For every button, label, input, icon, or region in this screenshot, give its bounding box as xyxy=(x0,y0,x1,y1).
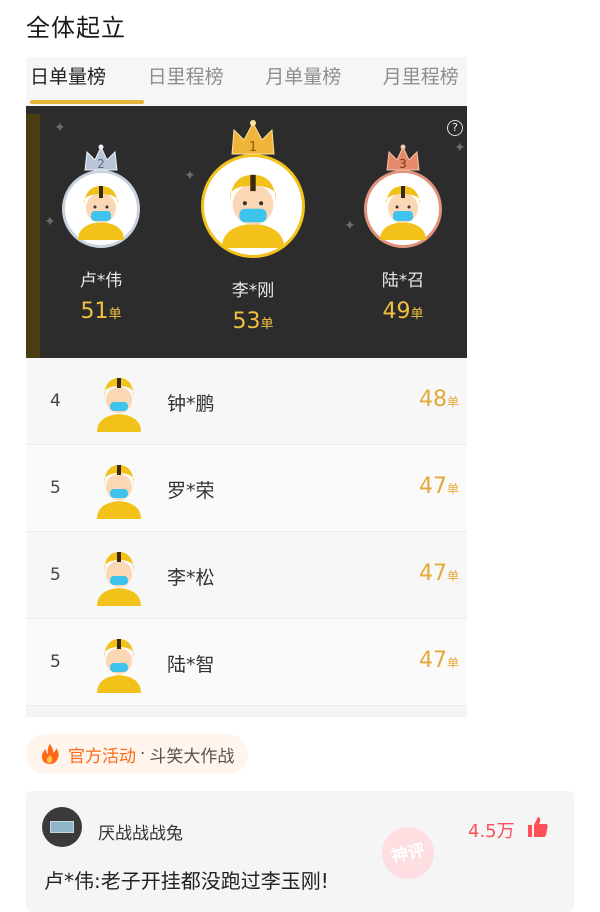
rank-number: 5 xyxy=(50,652,61,672)
activity-separator: · xyxy=(140,744,146,764)
svg-text:3: 3 xyxy=(399,157,407,171)
podium-name: 李*刚 xyxy=(231,281,275,301)
activity-tag[interactable]: 官方活动 · 斗笑大作战 xyxy=(26,734,249,774)
god-comment-stamp-icon: 神评 xyxy=(382,827,434,879)
sparkle-icon: ✦ xyxy=(44,214,56,230)
order-count: 48单 xyxy=(418,387,459,412)
fire-icon xyxy=(41,744,59,764)
podium-third[interactable]: 3 陆*召 49单 xyxy=(362,144,444,324)
featured-comment: 厌战战战兔 神评 4.5万 卢*伟:老子开挂都没跑过李玉刚! xyxy=(26,791,574,912)
tab-monthly-mileage[interactable]: 月里程榜 xyxy=(379,57,467,106)
avatar xyxy=(364,170,442,248)
sparkle-icon: ✦ xyxy=(184,168,196,184)
list-item[interactable]: 5 陆*智 47单 xyxy=(26,619,467,706)
rider-name: 陆*智 xyxy=(167,654,215,676)
rider-name: 李*松 xyxy=(167,567,215,589)
avatar xyxy=(201,154,305,258)
tab-daily-mileage[interactable]: 日里程榜 xyxy=(144,57,262,106)
sparkle-icon: ✦ xyxy=(454,140,466,156)
avatar xyxy=(62,170,140,248)
rider-avatar-icon xyxy=(97,378,141,432)
activity-label: 官方活动 xyxy=(68,746,136,767)
rider-avatar-icon xyxy=(97,465,141,519)
top-three-podium: ✦ ✦ ✦ ✦ ✦ ? 2 卢*伟 51单 1 李*刚 53单 3 陆*召 49… xyxy=(26,106,467,358)
ranking-tabs: 日单量榜 日里程榜 月单量榜 月里程榜 xyxy=(26,57,467,106)
avatar[interactable] xyxy=(42,807,82,847)
tab-monthly-orders[interactable]: 月单量榜 xyxy=(261,57,379,106)
list-item[interactable]: 5 李*松 47单 xyxy=(26,532,467,619)
rider-avatar-icon xyxy=(97,639,141,693)
rank-number: 5 xyxy=(50,478,61,498)
podium-second[interactable]: 2 卢*伟 51单 xyxy=(60,144,142,324)
order-count: 47单 xyxy=(418,561,459,586)
rider-avatar-icon xyxy=(97,552,141,606)
svg-text:2: 2 xyxy=(97,157,105,171)
list-item[interactable]: 4 钟*鹏 48单 xyxy=(26,358,467,445)
podium-count: 53单 xyxy=(232,309,274,334)
order-count: 47单 xyxy=(418,474,459,499)
podium-name: 卢*伟 xyxy=(79,271,123,291)
comment-text: 卢*伟:老子开挂都没跑过李玉刚! xyxy=(44,869,329,893)
crown-icon: 1 xyxy=(231,120,275,155)
crown-icon: 2 xyxy=(84,144,118,171)
order-count: 47单 xyxy=(418,648,459,673)
sparkle-icon: ✦ xyxy=(344,218,356,234)
rider-avatar-icon xyxy=(221,174,285,248)
post-title: 全体起立 xyxy=(26,14,126,42)
podium-count: 49单 xyxy=(382,299,424,324)
ranking-list: 4 钟*鹏 48单 5 罗*荣 47单 5 李*松 47单 5 陆*智 47单 xyxy=(26,358,467,706)
help-icon[interactable]: ? xyxy=(447,120,463,136)
rank-number: 5 xyxy=(50,565,61,585)
podium-name: 陆*召 xyxy=(381,271,425,291)
rider-avatar-icon xyxy=(78,186,124,240)
svg-text:1: 1 xyxy=(249,140,257,155)
rider-avatar-icon xyxy=(380,186,426,240)
leaderboard-screenshot: 日单量榜 日里程榜 月单量榜 月里程榜 ✦ ✦ ✦ ✦ ✦ ? 2 卢*伟 51… xyxy=(26,57,467,717)
list-item[interactable]: 5 罗*荣 47单 xyxy=(26,445,467,532)
crown-icon: 3 xyxy=(386,144,420,171)
like-count: 4.5万 xyxy=(468,821,515,842)
rider-name: 钟*鹏 xyxy=(167,393,215,415)
podium-edge xyxy=(26,114,40,358)
tab-daily-orders[interactable]: 日单量榜 xyxy=(26,57,144,106)
comment-username[interactable]: 厌战战战兔 xyxy=(98,819,183,844)
podium-count: 51单 xyxy=(80,299,122,324)
sparkle-icon: ✦ xyxy=(54,120,66,136)
podium-first[interactable]: 1 李*刚 53单 xyxy=(198,120,308,334)
activity-name: 斗笑大作战 xyxy=(149,746,235,767)
thumbs-up-icon[interactable] xyxy=(526,815,550,839)
rank-number: 4 xyxy=(50,391,61,411)
rider-name: 罗*荣 xyxy=(167,480,215,502)
